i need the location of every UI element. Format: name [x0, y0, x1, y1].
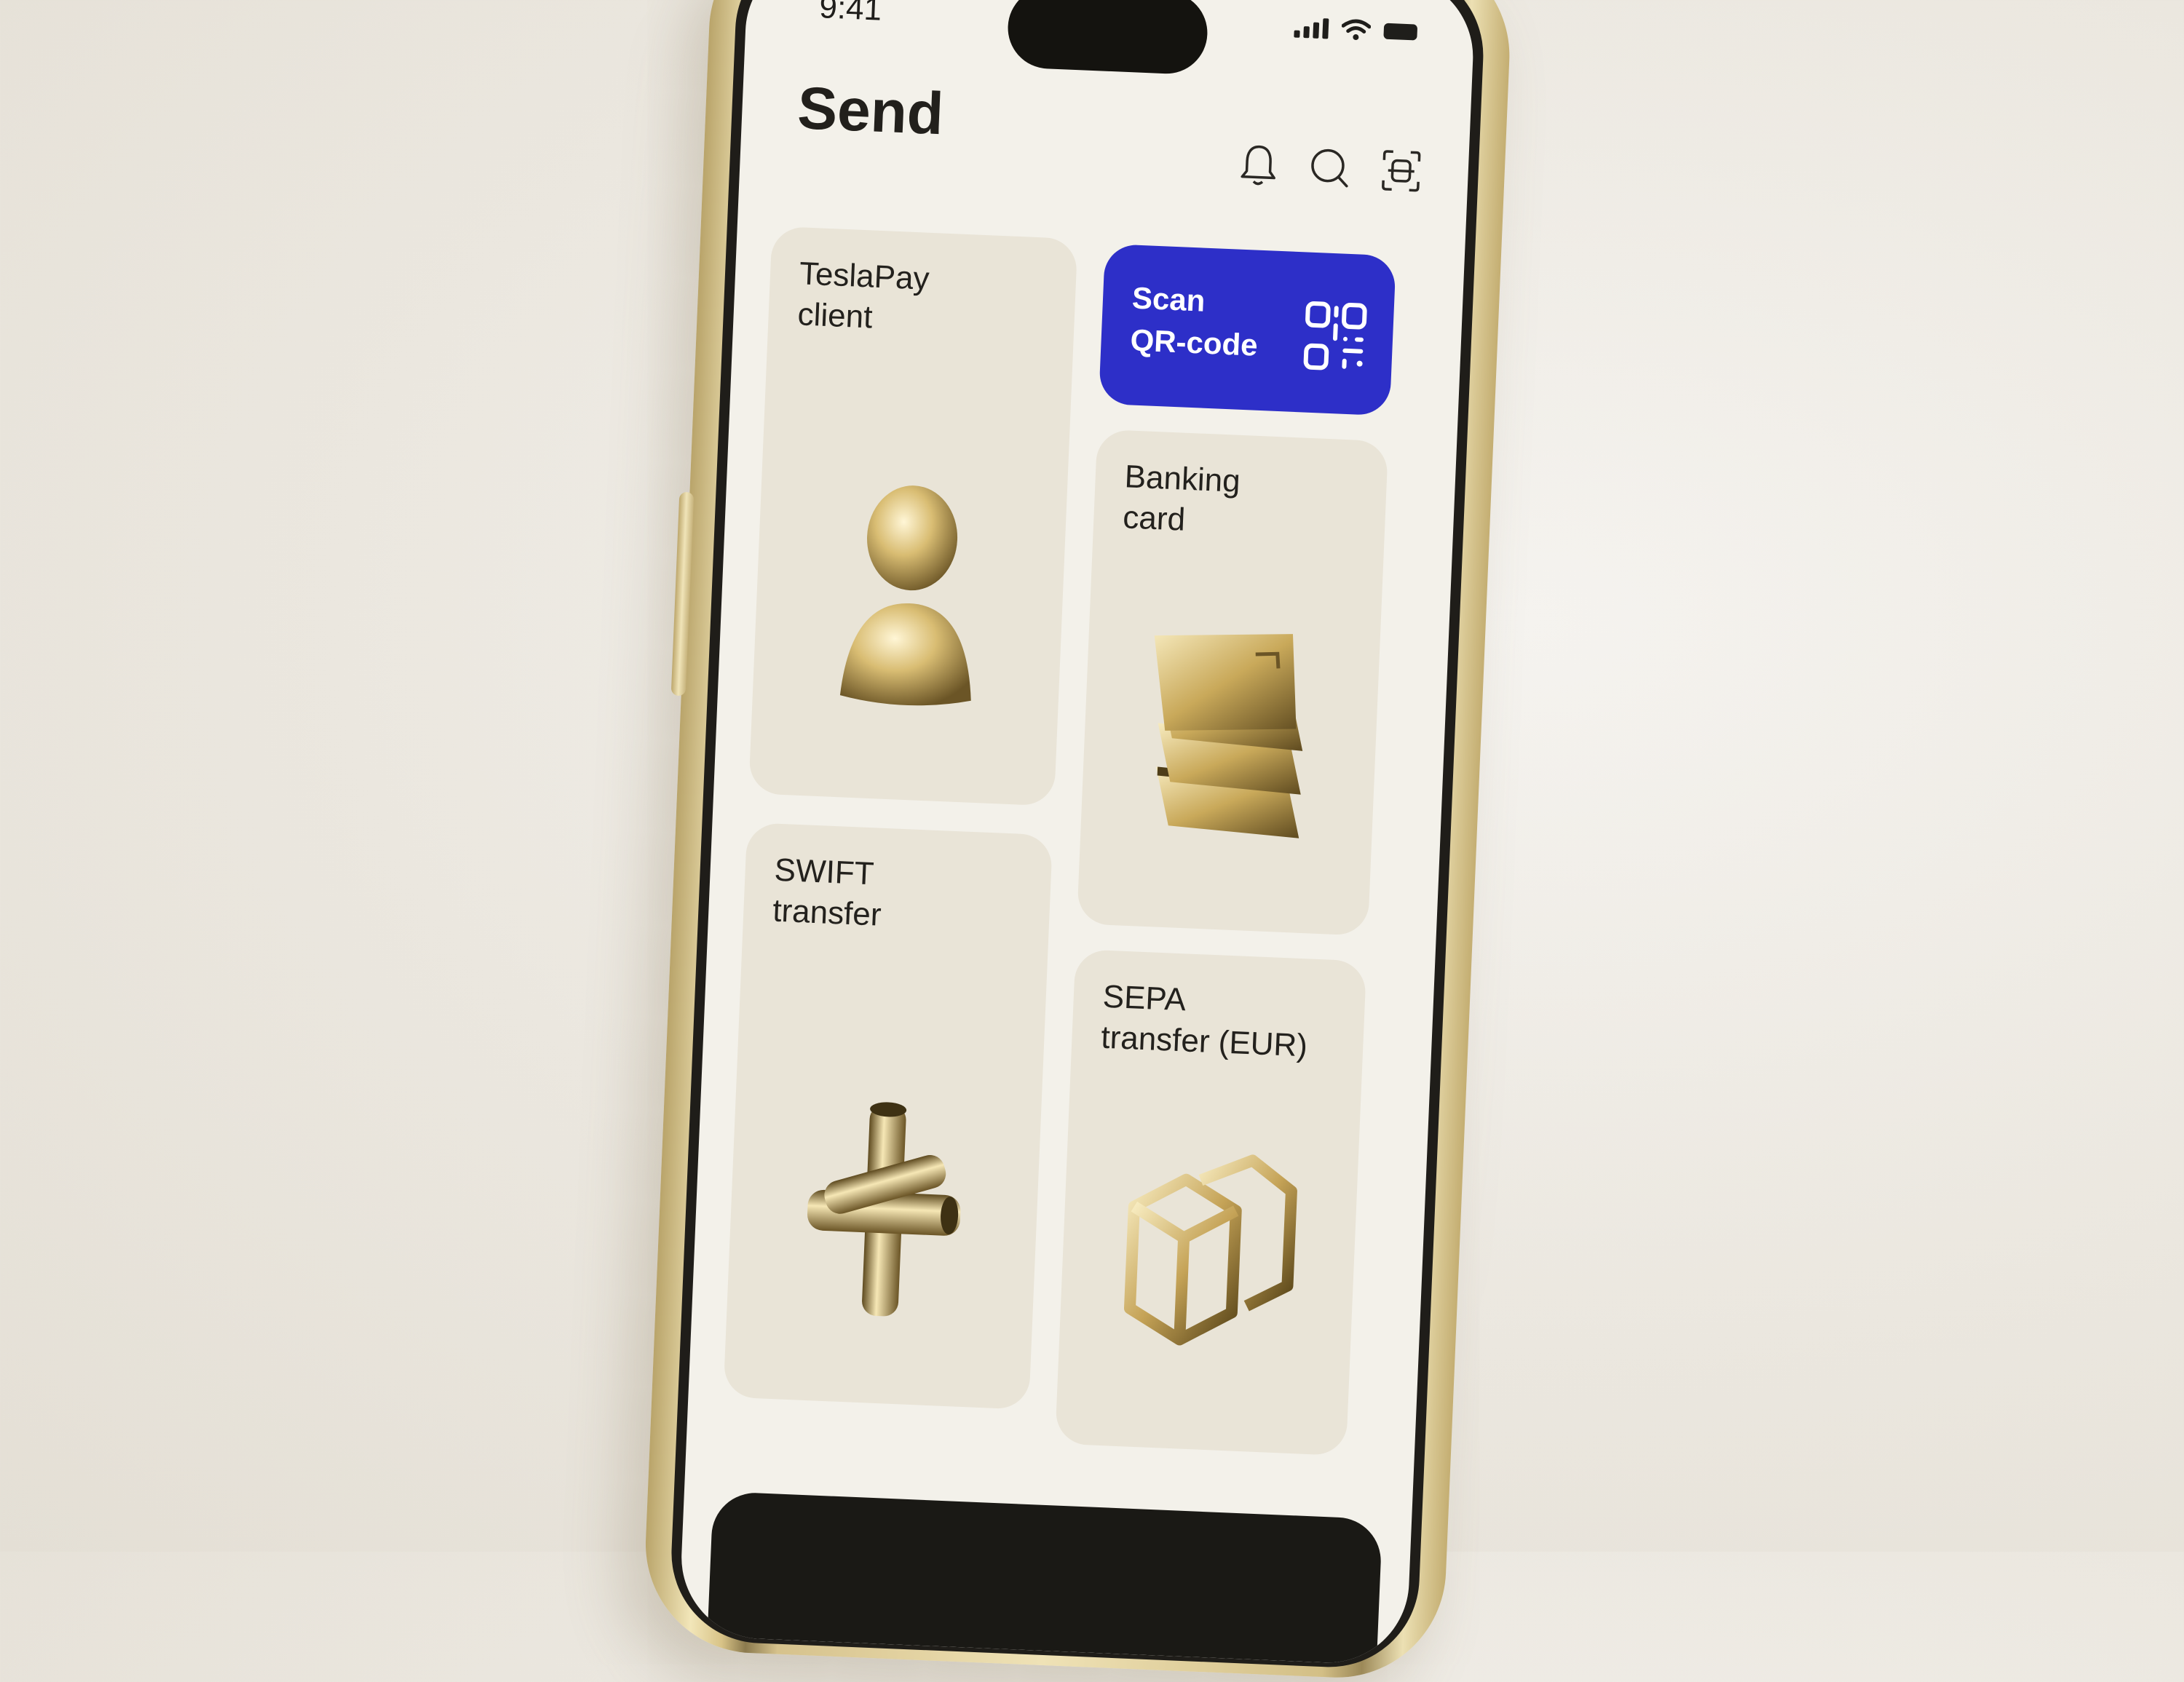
cross-pipes-icon [807, 1102, 961, 1317]
phone: 9:41 Send TeslaPay client Scan QR-code B… [641, 0, 1514, 1682]
card-label: Banking card [1122, 459, 1241, 538]
qr-code-icon [1303, 301, 1367, 370]
bell-icon[interactable] [1231, 138, 1286, 192]
card-label: SWIFT transfer [772, 852, 882, 933]
signal-icon [1294, 17, 1329, 39]
app-screen: 9:41 Send TeslaPay client Scan QR-code B… [678, 0, 1476, 1666]
scan-frame-icon[interactable] [1374, 143, 1428, 198]
scan-qr-button[interactable]: Scan QR-code [1098, 243, 1396, 416]
card-sepa-transfer[interactable]: SEPA transfer (EUR) [1055, 949, 1367, 1456]
card-teslapay-client[interactable]: TeslaPay client [748, 226, 1078, 806]
status-icons [1294, 17, 1418, 44]
card-swift-transfer[interactable]: SWIFT transfer [723, 822, 1053, 1410]
wifi-icon [1341, 19, 1372, 41]
person-icon [839, 485, 971, 706]
header-actions [1231, 138, 1428, 198]
dynamic-island [1006, 0, 1209, 76]
battery-icon [1383, 23, 1418, 41]
card-banking-card[interactable]: Banking card [1077, 429, 1389, 936]
card-label: TeslaPay client [796, 255, 930, 336]
search-icon[interactable] [1302, 140, 1357, 195]
card-stack-icon [1154, 634, 1303, 838]
linked-cubes-icon [1123, 1154, 1297, 1346]
card-label: SEPA transfer (EUR) [1100, 978, 1308, 1064]
bottom-tab-bar [707, 1491, 1383, 1665]
page-title: Send [796, 75, 945, 148]
status-time: 9:41 [818, 0, 883, 28]
